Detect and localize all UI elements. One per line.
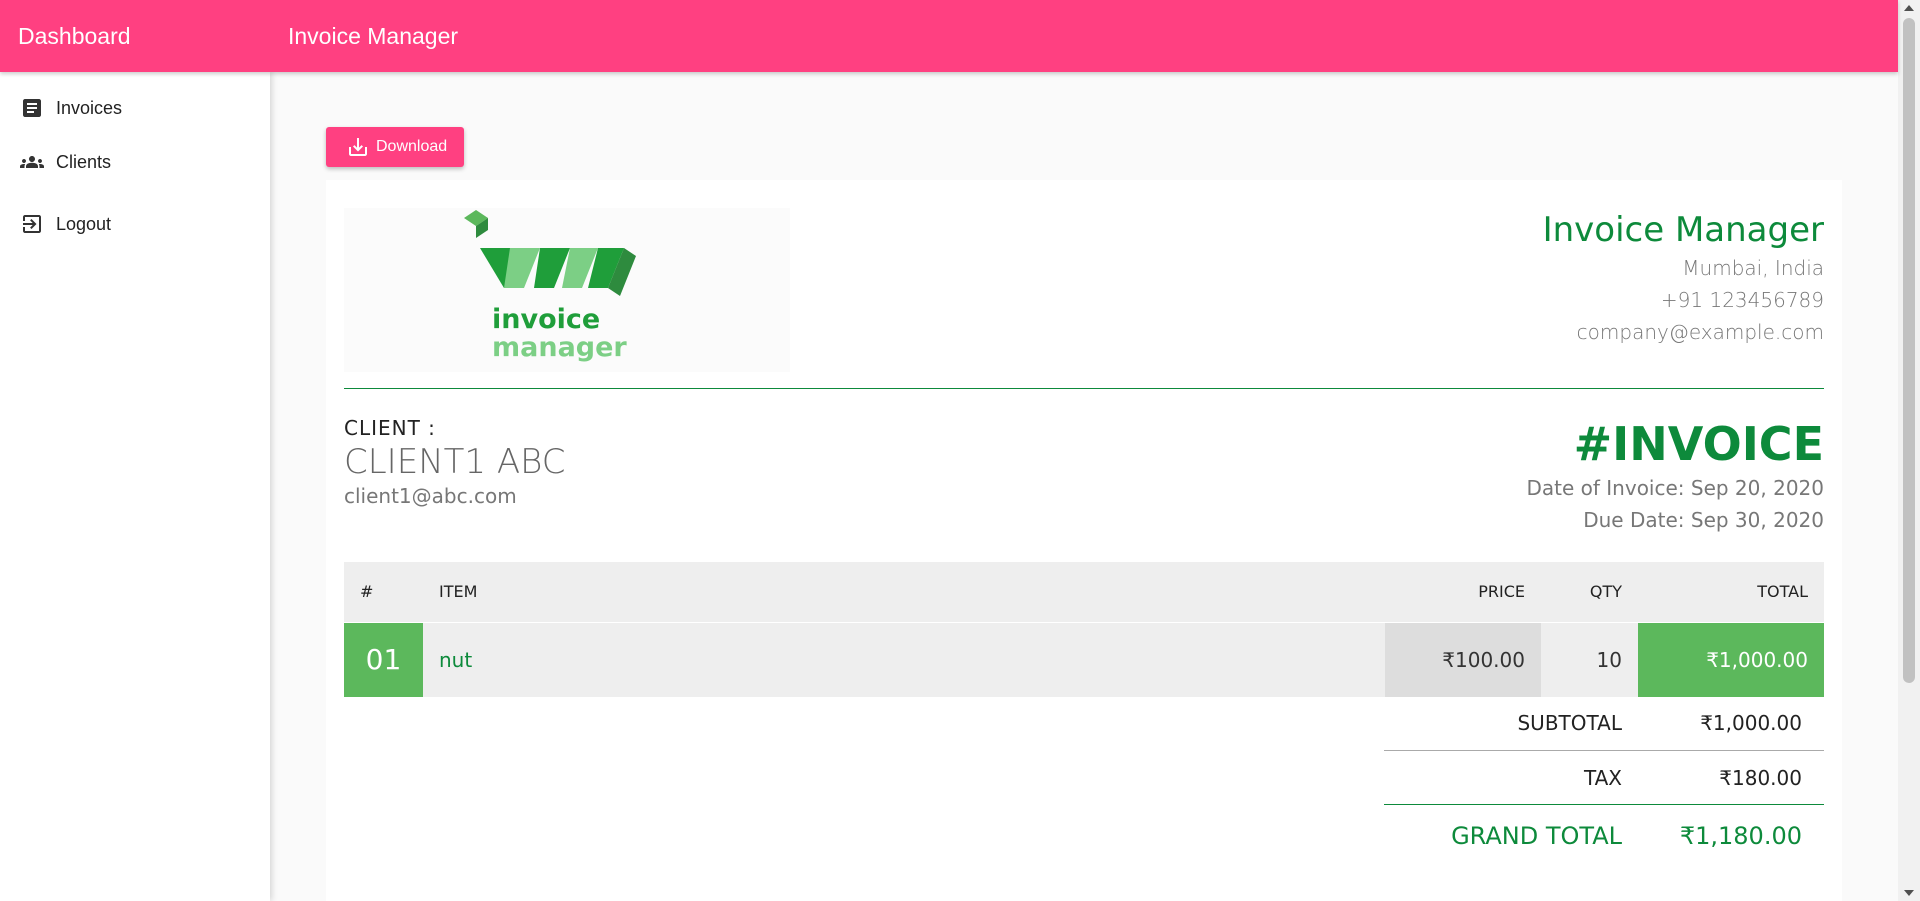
grand-total-value: ₹1,180.00 [1679,822,1802,850]
top-app-bar: Dashboard Invoice Manager [0,0,1898,72]
client-email: client1@abc.com [344,484,517,508]
invoice-paper: invoice manager Invoice Manager Mumbai, … [326,180,1842,901]
table-header-row: # ITEM PRICE QTY TOTAL [344,562,1824,622]
people-group-icon [20,156,44,168]
scroll-up-arrow-icon[interactable] [1904,5,1914,11]
table-row: 01 nut ₹100.00 10 ₹1,000.00 [344,621,1824,697]
sidebar-item-label: Logout [56,213,112,234]
scroll-down-arrow-icon[interactable] [1904,890,1914,896]
col-header-qty: QTY [1541,562,1638,622]
items-table: # ITEM PRICE QTY TOTAL 01 nut ₹100.00 10… [344,562,1824,697]
invoice-title: #INVOICE [1573,417,1824,471]
grand-total-label: GRAND TOTAL [1451,822,1622,850]
logout-icon [23,215,41,233]
sidebar-item-clients[interactable]: Clients [0,138,270,186]
svg-text:invoice: invoice [492,304,600,335]
company-address: Mumbai, India [1682,256,1824,280]
download-button[interactable]: Download [326,127,464,167]
header-divider [344,388,1824,389]
subtotal-label: SUBTOTAL [1517,711,1622,735]
download-icon [349,138,367,156]
tax-divider [1384,804,1824,805]
company-info: Invoice Manager Mumbai, India +91 123456… [1543,208,1824,348]
row-number: 01 [344,621,423,697]
scrollbar-thumb[interactable] [1903,18,1915,683]
client-label: CLIENT : [344,416,436,440]
download-label: Download [376,138,448,155]
col-header-price: PRICE [1385,562,1541,622]
invoice-due-date: Due Date: Sep 30, 2020 [1583,508,1824,532]
row-total: ₹1,000.00 [1638,621,1824,697]
company-logo: invoice manager [344,208,790,372]
sidebar: Invoices Clients Logout [0,72,270,901]
sidebar-item-invoices[interactable]: Invoices [0,84,270,132]
row-qty: 10 [1541,621,1638,697]
row-price: ₹100.00 [1385,621,1541,697]
row-item: nut [423,621,1385,697]
sidebar-item-label: Invoices [56,97,123,118]
grand-total-row: GRAND TOTAL ₹1,180.00 [1384,808,1824,864]
company-name: Invoice Manager [1542,210,1824,250]
page-title: Invoice Manager [288,22,459,49]
client-name: CLIENT1 ABC [344,442,566,482]
company-phone: +91 123456789 [1660,288,1824,312]
invoice-manager-logo-icon: invoice manager [464,210,636,363]
sidebar-item-logout[interactable]: Logout [0,200,270,248]
brand-area: Dashboard [0,0,270,72]
invoice-info: #INVOICE Date of Invoice: Sep 20, 2020 D… [1526,416,1824,536]
page-scrollbar[interactable] [1898,0,1920,901]
subtotal-row: SUBTOTAL ₹1,000.00 [1384,698,1824,748]
client-info: CLIENT : CLIENT1 ABC client1@abc.com [344,416,566,508]
invoice-document-icon [23,99,41,117]
col-header-total: TOTAL [1638,562,1824,622]
sidebar-item-label: Clients [56,151,112,172]
svg-text:manager: manager [492,332,627,363]
subtotal-value: ₹1,000.00 [1700,711,1802,735]
invoice-date: Date of Invoice: Sep 20, 2020 [1526,476,1824,500]
company-email: company@example.com [1576,320,1824,344]
main-content: Download invoice manager Invoice Manager… [270,72,1898,901]
col-header-item: ITEM [423,562,1385,622]
tax-row: TAX ₹180.00 [1384,753,1824,803]
dashboard-title[interactable]: Dashboard [18,23,131,50]
tax-label: TAX [1583,766,1622,790]
tax-value: ₹180.00 [1719,766,1802,790]
subtotal-divider [1384,750,1824,751]
col-header-num: # [344,562,423,622]
